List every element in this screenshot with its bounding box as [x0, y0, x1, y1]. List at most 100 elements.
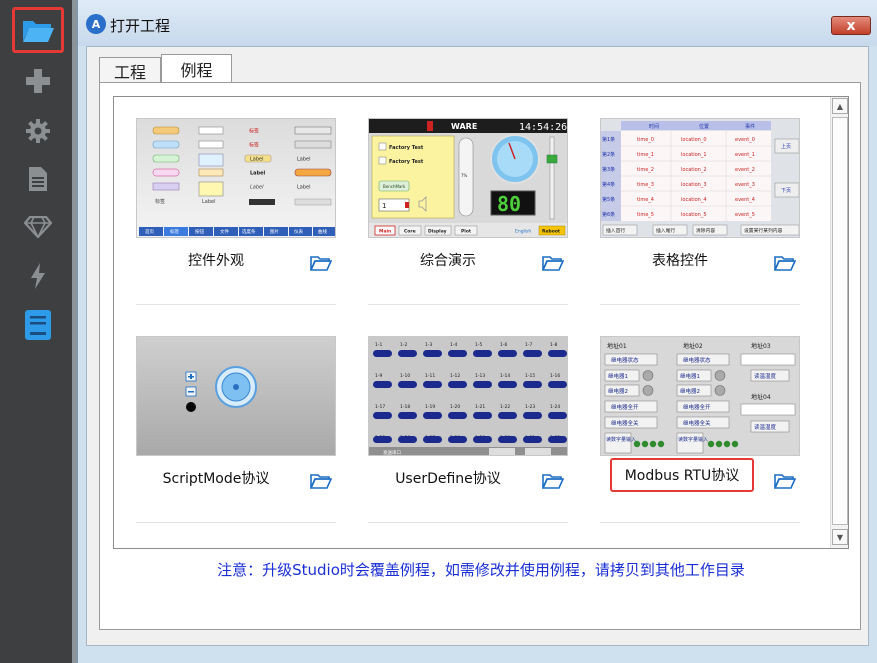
example-card-table[interactable]: 时间 位置 事件 第1条 time_0 location_0 event_0 第2条 t…	[600, 118, 800, 323]
example-label[interactable]: 表格控件	[600, 250, 760, 270]
svg-text:1-9: 1-9	[375, 373, 382, 379]
svg-text:location_4: location_4	[681, 197, 707, 203]
example-label-highlighted[interactable]: Modbus RTU协议	[610, 458, 754, 492]
svg-text:English: English	[515, 229, 531, 235]
svg-text:location_3: location_3	[681, 182, 707, 188]
svg-text:图片: 图片	[270, 228, 279, 235]
example-card-scriptmode[interactable]: ScriptMode协议	[136, 336, 336, 541]
example-card-modbus[interactable]: 地址01 地址02 地址03 继电器状态 继电器状态 继电器1 继电器1 读温湿…	[600, 336, 800, 541]
tab-project[interactable]: 工程	[99, 57, 161, 83]
svg-text:1-24: 1-24	[550, 404, 560, 410]
example-label[interactable]: 综合演示	[368, 250, 528, 270]
svg-text:第5条: 第5条	[602, 196, 615, 203]
example-label[interactable]: 控件外观	[136, 250, 296, 270]
example-card-userdefine[interactable]: 1-1 1-2 1-3 1-4 1-5 1-6 1-7 1-8 1-9 1-10 1-11 1-12…	[368, 336, 568, 541]
example-card-demo[interactable]: WARE 14:54:26 Factory Test Factory Test …	[368, 118, 568, 323]
svg-text:标签: 标签	[249, 128, 259, 135]
svg-text:1-19: 1-19	[425, 404, 435, 410]
example-thumbnail[interactable]: 1-1 1-2 1-3 1-4 1-5 1-6 1-7 1-8 1-9 1-10 1-11 1-12…	[368, 336, 568, 456]
svg-text:1-2: 1-2	[400, 342, 407, 348]
svg-text:第6条: 第6条	[602, 211, 615, 218]
example-thumbnail[interactable]	[136, 336, 336, 456]
svg-text:地址03: 地址03	[751, 342, 771, 350]
folder-icon[interactable]	[774, 254, 796, 272]
scroll-thumb[interactable]	[832, 117, 848, 525]
sidebar-open-project-button[interactable]	[12, 7, 64, 53]
example-card-appearance[interactable]: 标签 标签 Label Label Label Label Label 标签 L…	[136, 118, 336, 323]
svg-text:WARE: WARE	[451, 122, 477, 131]
folder-icon[interactable]	[542, 254, 564, 272]
example-thumbnail[interactable]: 标签 标签 Label Label Label Label Label 标签 L…	[136, 118, 336, 238]
open-project-dialog: A 打开工程 x 工程 例程 标签 标签 Label Label Label L…	[77, 0, 877, 663]
folder-icon[interactable]	[774, 472, 796, 490]
svg-text:80: 80	[497, 192, 521, 216]
svg-text:time_3: time_3	[637, 182, 654, 188]
close-button[interactable]: x	[831, 16, 871, 35]
sidebar-diamond-button[interactable]	[14, 204, 62, 250]
svg-text:1-11: 1-11	[425, 373, 435, 379]
app-logo-icon: A	[86, 14, 106, 34]
sidebar-settings-button[interactable]	[14, 108, 62, 154]
vertical-scrollbar[interactable]: ▲ ▼	[830, 97, 848, 548]
svg-text:标签: 标签	[155, 198, 165, 205]
svg-text:1-6: 1-6	[500, 342, 507, 348]
sidebar-build-button[interactable]	[14, 253, 62, 299]
svg-text:Core: Core	[404, 229, 416, 235]
svg-text:Label: Label	[250, 171, 266, 177]
svg-text:Main: Main	[379, 229, 391, 235]
svg-text:读温湿度: 读温湿度	[754, 372, 777, 380]
svg-text:1-12: 1-12	[450, 373, 460, 379]
svg-text:继电器1: 继电器1	[608, 372, 628, 380]
svg-text:time_2: time_2	[637, 167, 654, 173]
svg-text:event_0: event_0	[735, 137, 755, 143]
lightning-icon	[31, 263, 45, 289]
dialog-titlebar[interactable]: A 打开工程 x	[78, 0, 877, 46]
svg-text:1-17: 1-17	[375, 404, 385, 410]
svg-text:设置某行某列内容: 设置某行某列内容	[744, 227, 783, 234]
card-divider	[600, 522, 800, 523]
svg-text:曲线: 曲线	[318, 228, 327, 235]
svg-text:插入尾行: 插入尾行	[656, 227, 675, 234]
examples-grid: 标签 标签 Label Label Label Label Label 标签 L…	[113, 96, 849, 549]
dialog-content: 工程 例程 标签 标签 Label Label Label Label Labe…	[86, 46, 869, 646]
book-icon	[25, 310, 51, 340]
sidebar-new-button[interactable]	[14, 58, 62, 104]
svg-text:Label: Label	[297, 185, 311, 191]
sidebar-manual-button[interactable]	[14, 302, 62, 348]
svg-text:位置: 位置	[699, 123, 709, 130]
svg-text:1-4: 1-4	[450, 342, 457, 348]
svg-text:第1条: 第1条	[602, 136, 615, 143]
folder-icon[interactable]	[310, 254, 332, 272]
svg-text:读数字量输入: 读数字量输入	[678, 436, 708, 443]
tab-examples[interactable]: 例程	[161, 54, 232, 83]
svg-text:事件: 事件	[745, 123, 755, 130]
example-thumbnail[interactable]: 地址01 地址02 地址03 继电器状态 继电器状态 继电器1 继电器1 读温湿…	[600, 336, 800, 456]
svg-text:location_2: location_2	[681, 167, 707, 173]
svg-text:1-1: 1-1	[375, 342, 382, 348]
sidebar-document-button[interactable]	[14, 156, 62, 202]
svg-text:Display: Display	[428, 229, 447, 235]
card-divider	[600, 304, 800, 305]
note-suffix: 时会覆盖例程，如需修改并使用例程，请拷贝到其他工作目录	[339, 561, 745, 579]
example-thumbnail[interactable]: WARE 14:54:26 Factory Test Factory Test …	[368, 118, 568, 238]
svg-text:1-3: 1-3	[425, 342, 432, 348]
examples-panel: 标签 标签 Label Label Label Label Label 标签 L…	[99, 82, 861, 630]
svg-text:标签: 标签	[170, 228, 179, 235]
svg-text:继电器2: 继电器2	[608, 387, 628, 395]
svg-text:继电器2: 继电器2	[680, 387, 700, 395]
folder-icon[interactable]	[542, 472, 564, 490]
card-divider	[136, 522, 336, 523]
svg-text:Label: Label	[250, 157, 264, 163]
example-label[interactable]: ScriptMode协议	[136, 468, 296, 488]
svg-text:time_4: time_4	[637, 197, 654, 203]
svg-text:event_3: event_3	[735, 182, 755, 188]
svg-text:仪表: 仪表	[294, 228, 303, 235]
scroll-down-arrow-icon[interactable]: ▼	[832, 529, 848, 545]
note-prefix: 注意：升级	[217, 561, 293, 579]
example-thumbnail[interactable]: 时间 位置 事件 第1条 time_0 location_0 event_0 第2条 t…	[600, 118, 800, 238]
example-label[interactable]: UserDefine协议	[368, 468, 528, 488]
svg-text:1-22: 1-22	[500, 404, 510, 410]
svg-text:插入首行: 插入首行	[606, 227, 625, 234]
folder-icon[interactable]	[310, 472, 332, 490]
scroll-up-arrow-icon[interactable]: ▲	[832, 98, 848, 114]
